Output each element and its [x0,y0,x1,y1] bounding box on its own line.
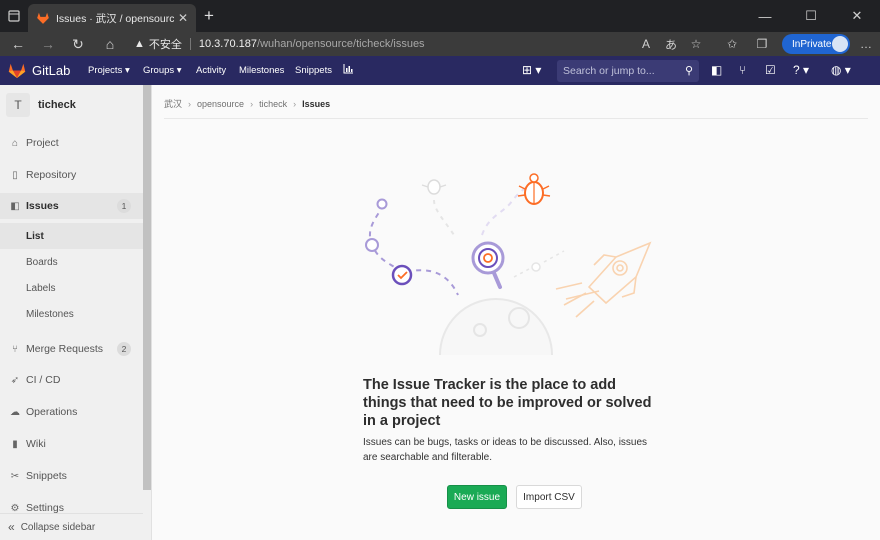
issues-nav-icon[interactable]: ◧ [711,63,722,77]
favorite-add-icon[interactable]: ☆ [686,34,706,54]
sidebar-item-merge-requests[interactable]: ⑂ Merge Requests 2 [0,336,143,362]
tab-title: Issues · 武汉 / opensource / tichec [56,12,174,25]
breadcrumb-current[interactable]: Issues [302,99,330,109]
merge-icon: ⑂ [12,343,18,355]
home-icon: ⌂ [11,137,19,149]
todos-icon[interactable]: ☑ [765,63,776,77]
browser-address-bar: ← → ↻ ⌂ ▲ 不安全 10.3.70.187 /wuhan/opensou… [0,32,880,56]
collapse-sidebar-button[interactable]: « Collapse sidebar [0,513,143,540]
sidebar-item-wiki[interactable]: ▮ Wiki [0,431,143,457]
profile-avatar [832,36,848,52]
url-field[interactable]: ▲ 不安全 10.3.70.187 /wuhan/opensource/tich… [134,34,714,54]
project-header[interactable]: T ticheck [0,85,143,125]
sidebar-scrollbar[interactable] [143,85,151,490]
nav-snippets[interactable]: Snippets [295,65,332,76]
translate-icon[interactable]: あ [661,34,681,54]
more-icon[interactable]: … [856,34,876,54]
search-placeholder: Search or jump to... [563,65,655,77]
gitlab-favicon-icon [37,12,49,24]
breadcrumb-divider [164,118,868,119]
favorites-icon[interactable]: ✩ [722,34,742,54]
gear-icon: ⚙ [10,502,20,514]
inprivate-label: InPrivate [792,38,832,50]
not-secure-label: 不安全 [148,39,182,51]
collections-icon[interactable]: ❐ [752,34,772,54]
breadcrumb-subgroup[interactable]: opensource [197,99,244,109]
breadcrumb-project[interactable]: ticheck [259,99,287,109]
nav-groups[interactable]: Groups ▾ [143,65,182,76]
project-sidebar: T ticheck ⌂ Project ▯ Repository ◧ Issue… [0,85,152,540]
gitlab-logo[interactable]: GitLab [8,62,70,79]
sidebar-sub-milestones[interactable]: Milestones [0,301,143,327]
main-content: 武汉 › opensource › ticheck › Issues The I… [152,85,880,540]
issues-icon: ◧ [10,200,20,212]
nav-projects[interactable]: Projects ▾ [88,65,130,76]
new-dropdown-icon[interactable]: ⊞ ▾ [522,63,541,77]
read-aloud-icon[interactable]: A [636,34,656,54]
gitlab-tanuki-icon [8,63,26,78]
tab-close-icon[interactable]: ✕ [178,11,188,25]
refresh-icon[interactable]: ↻ [68,34,88,54]
url-host: 10.3.70.187 [198,38,258,50]
project-name: ticheck [38,99,76,111]
chevron-right-icon: › [293,98,297,109]
merge-requests-count-badge: 2 [117,342,131,356]
project-avatar: T [6,93,30,117]
issues-empty-illustration [365,173,652,355]
chevron-right-icon: › [250,98,254,109]
breadcrumb-group[interactable]: 武汉 [164,97,182,110]
url-path: /wuhan/opensource/ticheck/issues [257,38,425,50]
warning-icon: ▲ [134,38,145,50]
issues-count-badge: 1 [117,199,131,213]
not-secure-indicator[interactable]: ▲ 不安全 [134,36,182,52]
sidebar-item-operations[interactable]: ☁ Operations [0,399,143,425]
search-icon: ⚲ [684,65,693,77]
nav-activity[interactable]: Activity [196,65,226,76]
user-avatar-icon[interactable]: ◍ ▾ [831,63,851,77]
merge-requests-nav-icon[interactable]: ⑂ [739,63,746,77]
sidebar-item-issues[interactable]: ◧ Issues 1 [0,193,143,219]
chevron-right-icon: › [188,98,192,109]
sidebar-item-project[interactable]: ⌂ Project [0,130,143,156]
maximize-icon[interactable]: ☐ [788,0,834,32]
new-issue-button[interactable]: New issue [447,485,507,509]
search-input[interactable]: Search or jump to... ⚲ [557,60,699,82]
collapse-sidebar-label: Collapse sidebar [20,521,96,533]
scissors-icon: ✂ [10,470,20,482]
gitlab-navbar: GitLab Projects ▾ Groups ▾ Activity Mile… [0,56,880,85]
sidebar-sub-list[interactable]: List [0,223,143,249]
minimize-icon[interactable]: — [742,0,788,32]
import-csv-button[interactable]: Import CSV [516,485,582,509]
sidebar-sub-labels[interactable]: Labels [0,275,143,301]
sidebar-item-ci-cd[interactable]: ➶ CI / CD [0,367,143,393]
cloud-gear-icon: ☁ [10,406,20,418]
forward-icon[interactable]: → [38,34,58,54]
browser-tab-issues[interactable]: Issues · 武汉 / opensource / tichec ✕ [28,4,196,32]
home-icon[interactable]: ⌂ [100,34,120,54]
book-icon: ▮ [12,438,18,450]
sidebar-sub-boards[interactable]: Boards [0,249,143,275]
doc-icon: ▯ [12,169,18,181]
sidebar-item-repository[interactable]: ▯ Repository [0,162,143,188]
breadcrumb: 武汉 › opensource › ticheck › Issues [164,97,330,110]
back-icon[interactable]: ← [8,34,28,54]
nav-milestones[interactable]: Milestones [239,65,284,76]
rocket-icon: ➶ [10,374,20,386]
url-separator [189,38,191,50]
sidebar-item-snippets[interactable]: ✂ Snippets [0,463,143,489]
inprivate-button[interactable]: InPrivate [782,34,850,54]
window-close-icon[interactable]: ✕ [834,0,880,32]
double-chevron-left-icon: « [8,520,15,534]
empty-state-description: Issues can be bugs, tasks or ideas to be… [363,437,648,463]
new-tab-icon[interactable]: + [204,6,214,26]
help-icon[interactable]: ? ▾ [793,63,809,77]
gitlab-brand: GitLab [32,63,71,78]
empty-state-title: The Issue Tracker is the place to add th… [363,377,652,429]
browser-tabbar: Issues · 武汉 / opensource / tichec ✕ + — … [0,0,880,32]
tab-actions-icon[interactable] [0,0,28,32]
analytics-chart-icon[interactable] [343,63,354,77]
